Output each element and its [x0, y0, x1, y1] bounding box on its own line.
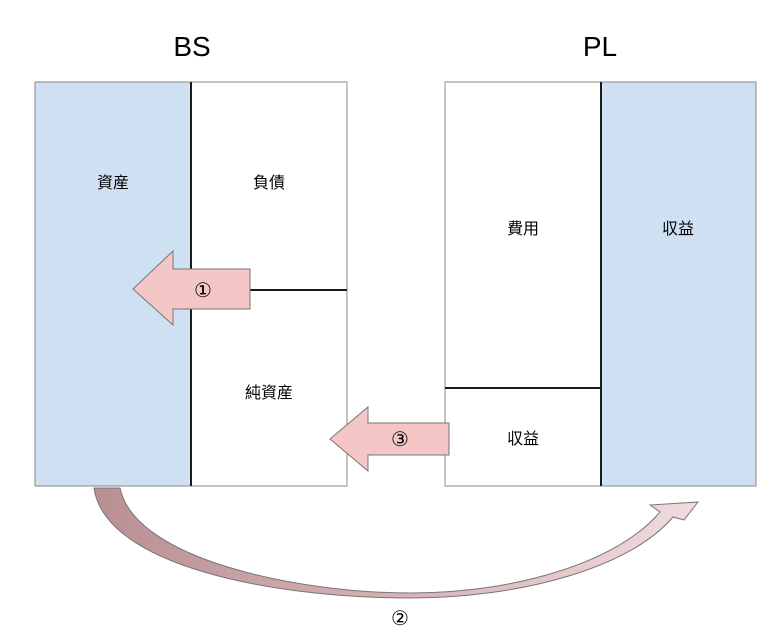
pl-profit-label: 収益	[507, 429, 539, 448]
arrow-3: ③	[329, 405, 450, 473]
arrow-2-shape	[93, 487, 700, 599]
arrow-2: ②	[93, 487, 700, 630]
bs-liabilities-label: 負債	[253, 173, 285, 192]
pl-revenue-cell	[600, 81, 757, 487]
bs-title: BS	[173, 31, 210, 62]
bs-net-assets-label: 純資産	[245, 383, 293, 402]
pl-left-cell	[444, 81, 602, 487]
bs-pl-diagram: BS PL 資産 負債 純資産 費用 収益 収益 ① ③ ②	[34, 31, 757, 630]
arrow-3-label: ③	[391, 427, 409, 451]
arrow-2-label: ②	[391, 606, 409, 630]
pl-title: PL	[583, 31, 617, 62]
pl-revenue-label: 収益	[662, 219, 694, 238]
arrow-1-label: ①	[194, 278, 212, 302]
arrow-3-shape	[329, 405, 450, 473]
pl-expenses-label: 費用	[507, 219, 539, 238]
pl-block: 費用 収益 収益	[444, 81, 757, 487]
bs-assets-label: 資産	[97, 173, 129, 192]
